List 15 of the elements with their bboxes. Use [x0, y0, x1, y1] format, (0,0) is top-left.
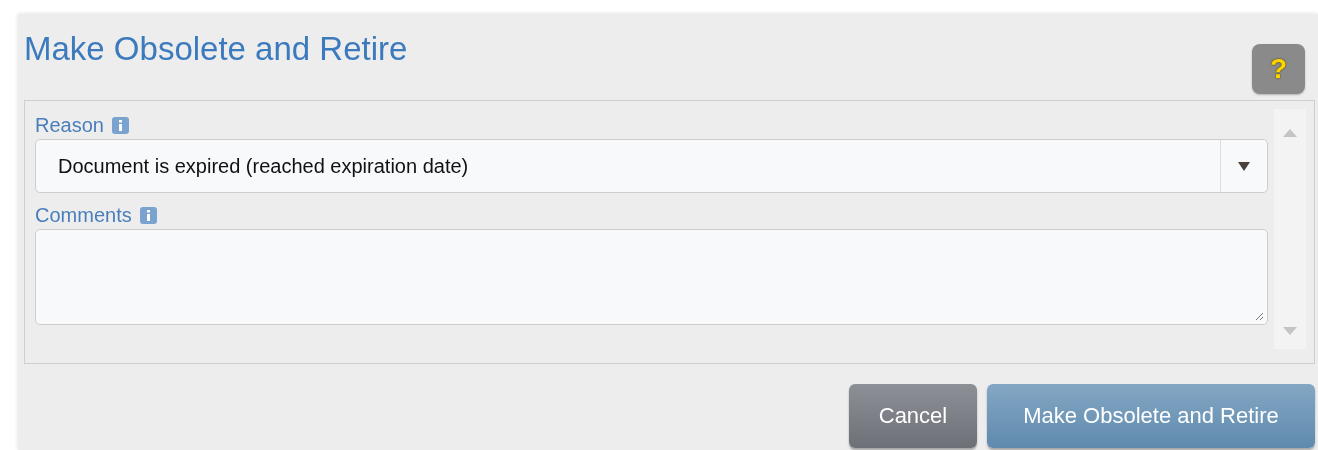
scrollbar[interactable]: [1274, 109, 1306, 349]
retire-button[interactable]: Make Obsolete and Retire: [987, 384, 1315, 448]
resize-grip-icon[interactable]: [1254, 311, 1264, 321]
reason-dropdown[interactable]: Document is expired (reached expiration date): [35, 139, 1268, 193]
field-label: Comments: [35, 203, 132, 227]
cancel-button[interactable]: Cancel: [849, 384, 977, 448]
info-icon[interactable]: [111, 116, 129, 134]
caret-icon: [1238, 161, 1250, 171]
scroll-up-icon[interactable]: [1283, 129, 1297, 137]
info-icon[interactable]: [139, 206, 157, 224]
field-label: Reason: [35, 113, 104, 137]
help-button[interactable]: ?: [1252, 44, 1305, 94]
comments-field[interactable]: [35, 229, 1268, 325]
dialog-title: Make Obsolete and Retire: [24, 30, 408, 68]
scroll-down-icon[interactable]: [1283, 327, 1297, 335]
